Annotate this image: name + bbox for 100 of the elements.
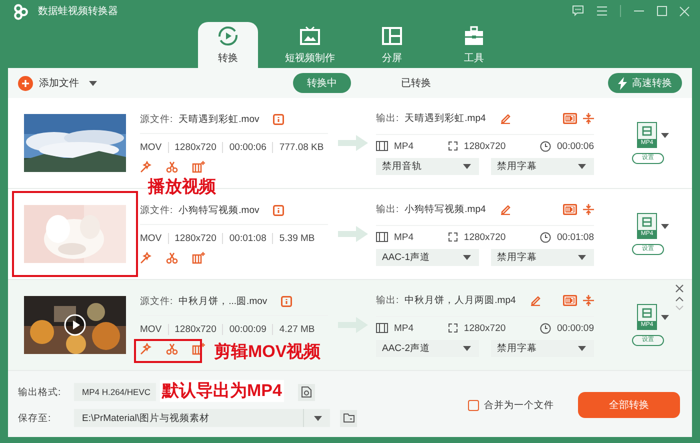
output-filename: 天晴遇到彩虹.mp4 — [404, 112, 486, 124]
duration-text: 00:00:09 — [222, 324, 272, 335]
merge-split-icon[interactable] — [583, 204, 594, 214]
subtitle-dropdown[interactable]: 禁用字幕 — [491, 158, 594, 174]
film-icon — [642, 217, 652, 227]
toolbox-icon — [463, 25, 485, 47]
audio-dropdown[interactable]: AAC-1声道 — [376, 248, 479, 266]
plus-icon — [18, 76, 33, 90]
filter-tab[interactable]: 转换中 — [293, 73, 351, 93]
save-to-label: 保存至: — [18, 412, 52, 424]
save-path-field[interactable]: E:\PrMaterial\图片与视频素材 — [74, 409, 330, 427]
fast-convert-button[interactable]: 高速转换 — [608, 73, 682, 93]
id3-tag-icon[interactable] — [563, 294, 577, 306]
resolution-text: 1280x720 — [168, 142, 222, 153]
tab[interactable]: 工具 — [444, 22, 504, 68]
arrow-icon — [338, 226, 368, 242]
chat-icon[interactable] — [572, 5, 584, 17]
caret-icon — [578, 346, 586, 350]
logo-icon — [12, 3, 30, 21]
caret-icon[interactable] — [661, 132, 669, 138]
format-text: MOV — [140, 142, 163, 153]
document-gear-icon — [301, 386, 312, 398]
magic-wand-icon[interactable] — [140, 343, 152, 355]
output-filename: 中秋月饼，人月两圆.mp4 — [404, 294, 516, 306]
subtitle-dropdown[interactable]: 禁用字幕 — [491, 248, 594, 266]
audio-dropdown[interactable]: 禁用音轨 — [376, 158, 479, 174]
output-format-label: 输出格式: — [18, 386, 62, 398]
output-filename: 小狗特写视频.mp4 — [404, 202, 486, 216]
format-text: MOV — [140, 233, 163, 244]
clock-icon — [540, 322, 551, 334]
menu-icon[interactable] — [596, 6, 608, 16]
caret-icon[interactable] — [661, 224, 669, 228]
film-icon — [376, 232, 388, 242]
close-icon[interactable] — [674, 284, 684, 293]
film-add-icon[interactable] — [192, 161, 205, 173]
merge-split-icon[interactable] — [583, 294, 594, 306]
pencil-icon[interactable] — [530, 294, 541, 306]
output-label: 输出: — [376, 112, 399, 124]
magic-wand-icon[interactable] — [140, 161, 152, 173]
play-cycle-icon — [217, 25, 239, 47]
add-file-button[interactable]: 添加文件 — [18, 76, 79, 90]
caret-icon — [463, 346, 471, 350]
output-format-field[interactable]: MP4 H.264/HEVC — [74, 383, 156, 401]
scissors-icon[interactable] — [166, 161, 178, 173]
id3-tag-icon[interactable] — [563, 204, 577, 214]
duration-text: 00:01:08 — [222, 233, 272, 244]
pencil-icon[interactable] — [500, 112, 511, 124]
output-label: 输出: — [376, 294, 399, 306]
chevron-up-icon[interactable] — [674, 296, 684, 302]
scissors-icon[interactable] — [166, 343, 178, 355]
output-label: 输出: — [376, 202, 399, 216]
format-text: MOV — [140, 324, 163, 335]
source-filename: 天晴遇到彩虹.mov — [178, 113, 260, 126]
info-icon[interactable] — [273, 114, 284, 125]
film-add-icon[interactable] — [192, 252, 205, 264]
highlight-frame — [134, 339, 202, 363]
minimize-icon[interactable] — [633, 10, 645, 12]
open-folder-button[interactable] — [340, 410, 357, 426]
output-format-text: MP4 — [394, 140, 414, 152]
film-icon — [642, 126, 652, 136]
filter-tab[interactable]: 已转换 — [387, 73, 445, 93]
id3-tag-icon[interactable] — [563, 112, 577, 124]
caret-icon — [578, 254, 586, 260]
clock-icon — [540, 140, 551, 152]
magic-wand-icon[interactable] — [140, 252, 152, 264]
size-text: 5.39 MB — [272, 233, 321, 244]
output-resolution-text: 1280x720 — [464, 322, 506, 334]
output-resolution-text: 1280x720 — [464, 140, 506, 152]
expand-icon — [448, 141, 458, 151]
info-icon[interactable] — [281, 296, 292, 307]
tab[interactable]: 转换 — [198, 22, 258, 68]
film-add-icon[interactable] — [192, 343, 205, 355]
tv-icon — [299, 25, 321, 47]
subtitle-dropdown[interactable]: 禁用字幕 — [491, 340, 594, 356]
expand-icon — [448, 232, 458, 242]
pencil-icon[interactable] — [500, 204, 511, 214]
play-icon[interactable] — [64, 314, 86, 336]
merge-checkbox[interactable]: 合并为一个文件 — [468, 398, 554, 412]
caret-icon[interactable] — [661, 314, 669, 320]
output-duration-text: 00:00:06 — [557, 140, 594, 152]
expand-icon — [448, 323, 458, 333]
tab[interactable]: 分屏 — [362, 22, 422, 68]
tab[interactable]: 短视频制作 — [280, 22, 340, 68]
audio-dropdown[interactable]: AAC-2声道 — [376, 340, 479, 356]
arrow-icon — [338, 135, 368, 151]
caret-icon — [314, 416, 322, 420]
source-label: 源文件: — [140, 204, 173, 217]
scissors-icon[interactable] — [166, 252, 178, 264]
info-icon[interactable] — [273, 205, 284, 216]
size-text: 777.08 KB — [272, 142, 330, 153]
resolution-text: 1280x720 — [168, 233, 222, 244]
format-settings-button[interactable] — [298, 384, 315, 400]
source-filename: 小狗特写视频.mov — [178, 204, 260, 217]
maximize-icon[interactable] — [657, 6, 667, 16]
merge-split-icon[interactable] — [583, 112, 594, 124]
caret-icon — [578, 164, 586, 168]
caret-icon — [463, 254, 471, 260]
annotation-text: 默认导出为MP4 — [160, 380, 284, 402]
caret-icon[interactable] — [89, 80, 97, 86]
output-duration-text: 00:00:09 — [557, 322, 594, 334]
